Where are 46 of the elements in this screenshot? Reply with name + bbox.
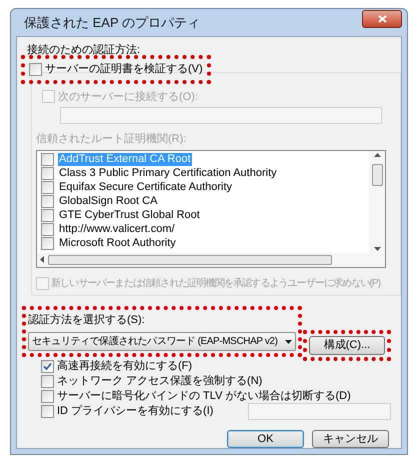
checkbox[interactable] — [41, 195, 54, 208]
close-button[interactable] — [362, 10, 402, 28]
certificate-item[interactable]: Equifax Secure Certificate Authority — [58, 181, 234, 194]
vertical-scrollbar[interactable] — [369, 150, 385, 252]
certificate-item[interactable]: Microsoft Root Authority — [58, 237, 177, 250]
checkbox[interactable] — [41, 167, 54, 180]
scroll-thumb[interactable] — [372, 164, 382, 186]
list-label: 信頼されたルート証明機関(R): — [36, 132, 188, 147]
checkbox-label: ネットワーク アクセス保護を強制する(N) — [57, 374, 262, 390]
horizontal-scrollbar[interactable] — [37, 252, 385, 266]
left-arrow-icon — [40, 256, 44, 263]
scroll-thumb[interactable] — [48, 254, 332, 264]
close-icon — [378, 14, 386, 22]
checkbox[interactable] — [41, 360, 54, 373]
checkbox-label: サーバーに暗号化バインドの TLV がない場合は切断する(D) — [57, 388, 351, 404]
window-title: 保護された EAP のプロパティ — [23, 14, 200, 32]
checkbox-label: 高速再接続を有効にする(F) — [57, 358, 192, 374]
dialog-button[interactable]: キャンセル — [312, 430, 389, 448]
checkbox[interactable] — [41, 390, 54, 403]
checkbox-label: サーバーの証明書を検証する(V) — [45, 62, 203, 77]
section-label: 接続のための認証方法: — [27, 43, 142, 57]
certificate-item[interactable]: http://www.valicert.com/ — [58, 223, 176, 236]
checkbox[interactable] — [41, 153, 54, 166]
checkbox[interactable] — [41, 405, 54, 418]
checkbox[interactable] — [29, 62, 42, 76]
checkbox[interactable] — [41, 209, 54, 222]
method-label: 認証方法を選択する(S): — [28, 312, 146, 328]
certificate-item[interactable]: GlobalSign Root CA — [58, 195, 158, 208]
configure-button[interactable]: 構成(C)... — [309, 336, 385, 355]
certificate-item[interactable]: GTE CyberTrust Global Root — [58, 209, 201, 222]
checkbox[interactable] — [41, 223, 54, 236]
checkbox[interactable] — [41, 181, 54, 194]
dialog-button[interactable]: OK — [227, 430, 304, 448]
method-dropdown[interactable]: セキュリティで保護されたパスワード (EAP-MSCHAP v2) — [28, 332, 296, 351]
down-arrow-icon — [374, 246, 380, 250]
checkbox-label: 新しいサーバーまたは信頼された証明機関を承認するようユーザーに求めない(P) — [51, 276, 380, 290]
checkbox-label: ID プライバシーを有効にする(I) — [57, 404, 214, 420]
server-input-field[interactable] — [60, 107, 382, 124]
checkbox-label: 次のサーバーに接続する(O): — [58, 90, 198, 104]
id-input-field[interactable] — [248, 403, 391, 420]
checkbox[interactable] — [41, 375, 54, 388]
up-arrow-icon — [374, 152, 380, 156]
checkbox[interactable] — [41, 237, 54, 250]
certificate-item[interactable]: Class 3 Public Primary Certification Authority — [58, 167, 278, 180]
checkmark-icon — [43, 362, 52, 371]
dropdown-arrow-icon — [285, 340, 292, 344]
